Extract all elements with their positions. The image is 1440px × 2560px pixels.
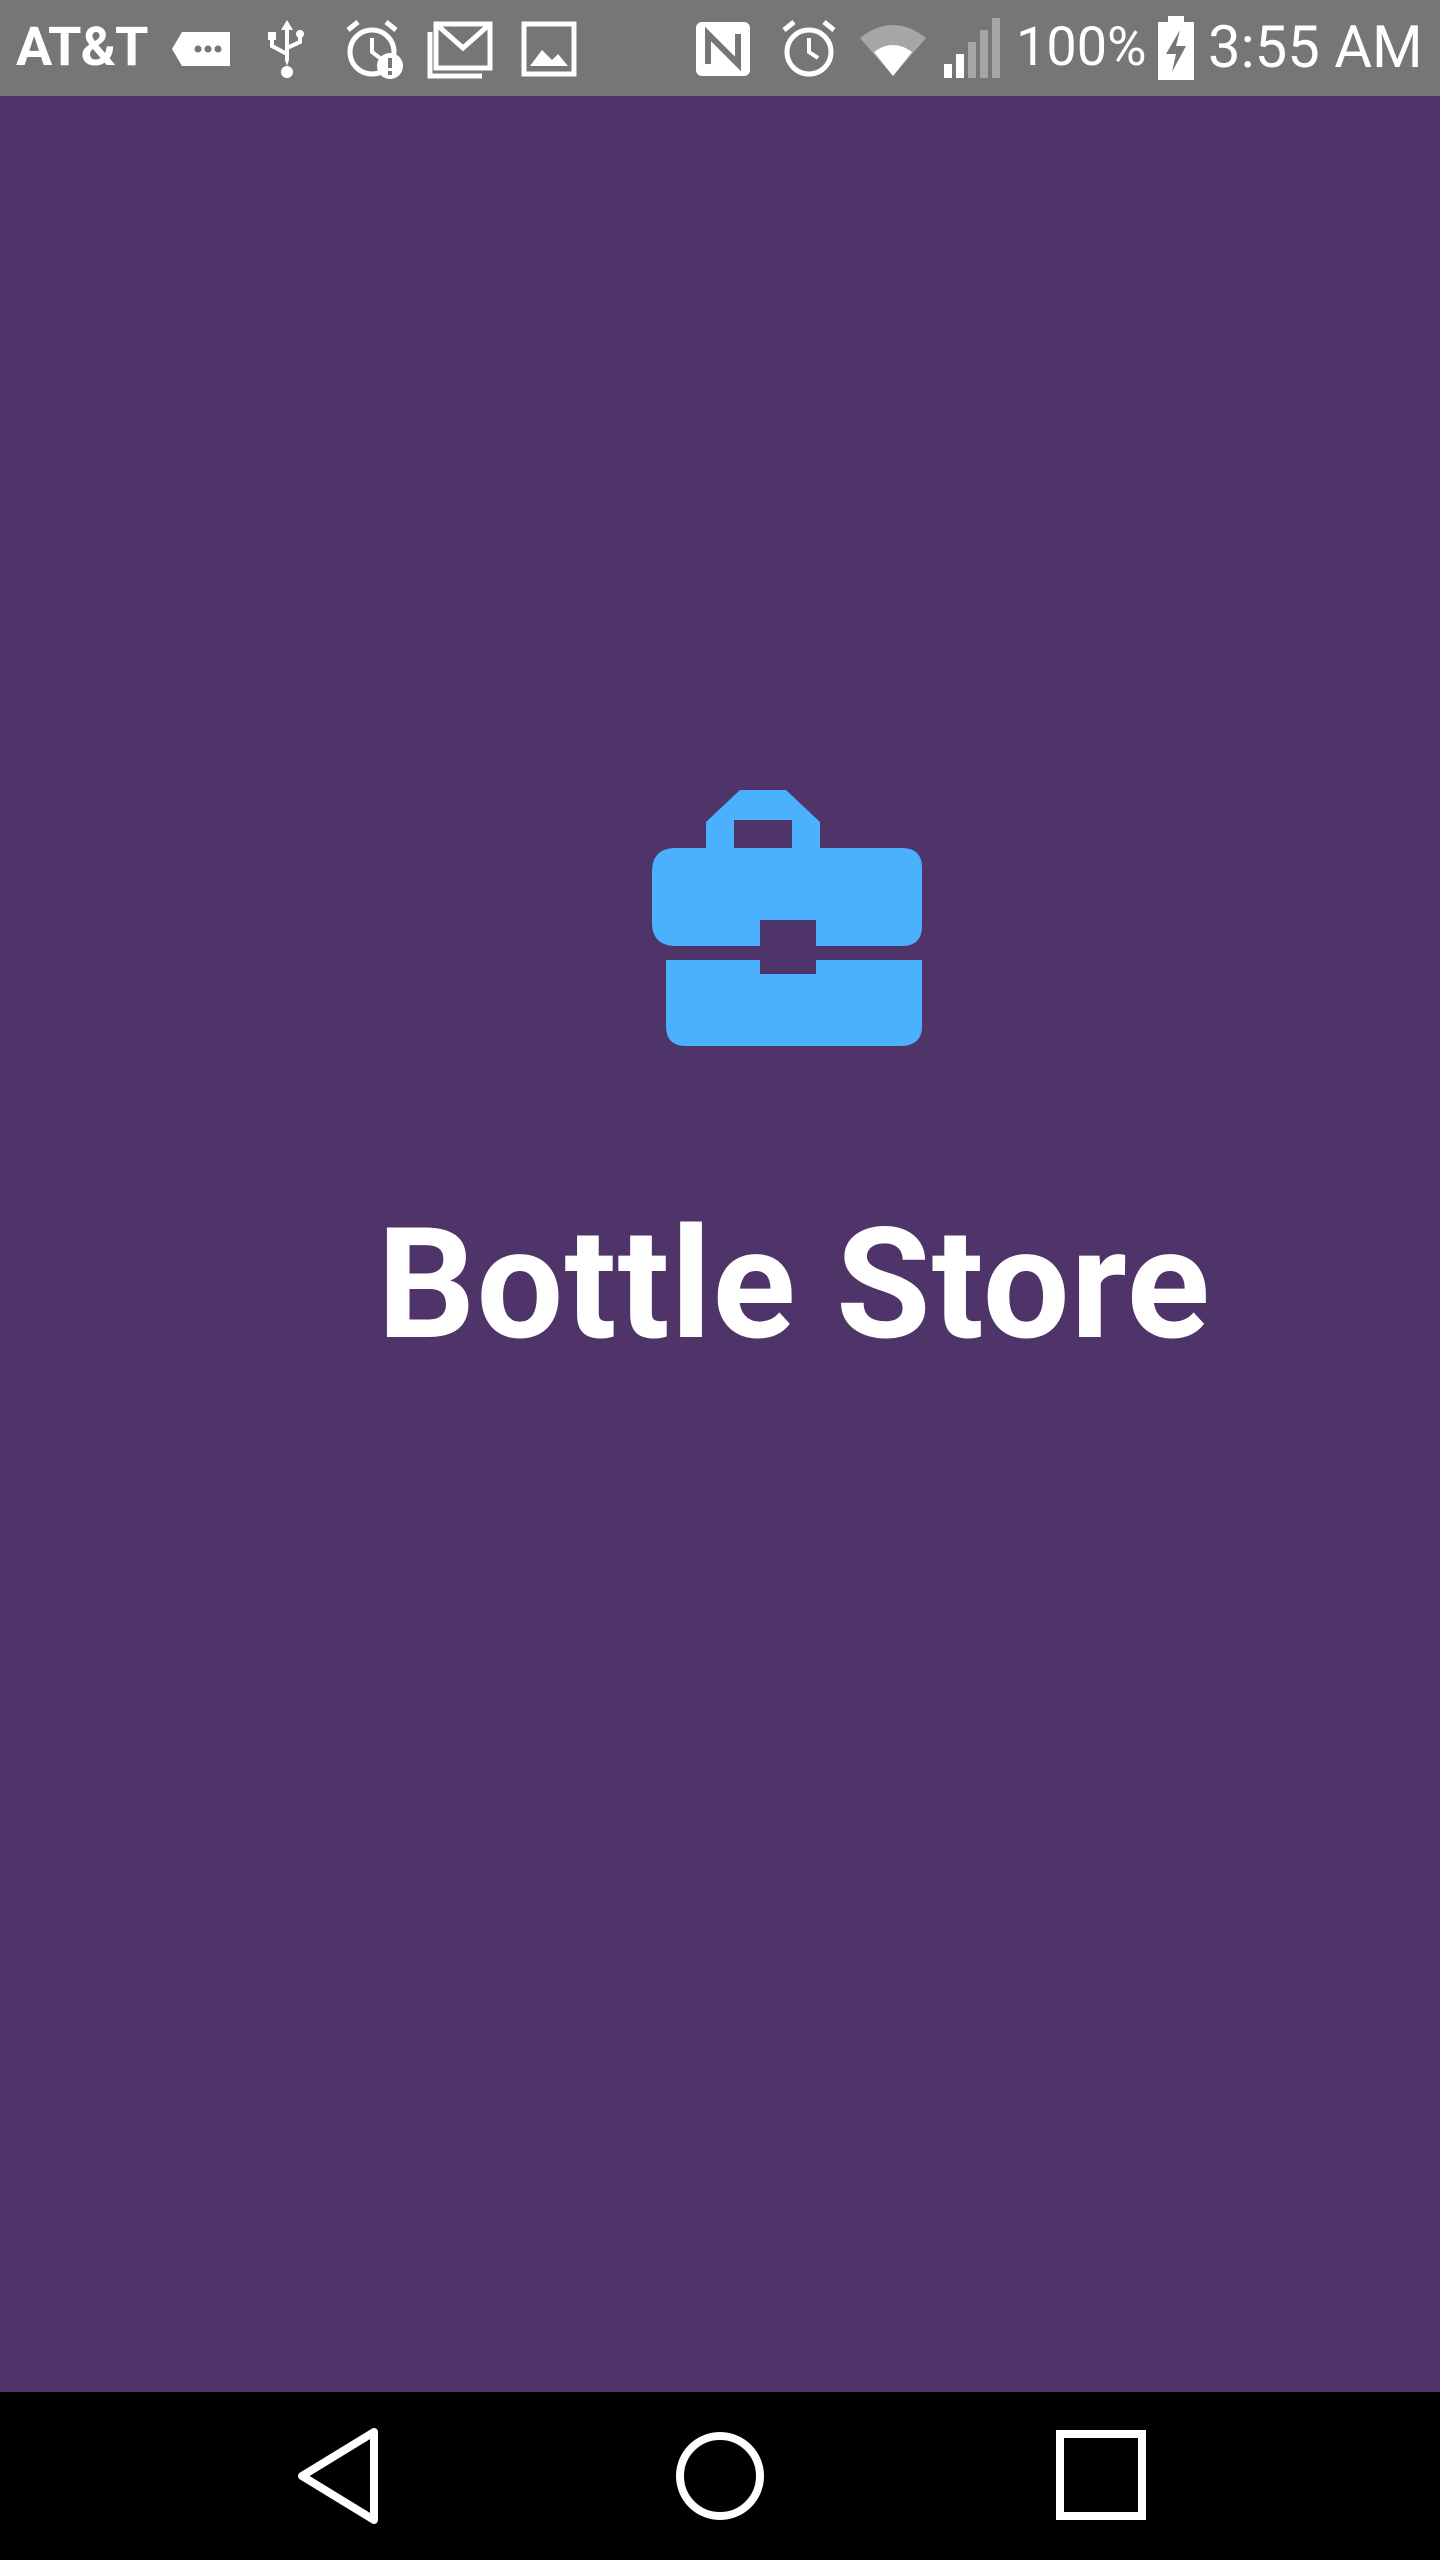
wifi-icon [860, 25, 926, 76]
messages-icon [172, 32, 230, 66]
recents-button[interactable] [1040, 2414, 1164, 2538]
carrier-name: AT&T [16, 16, 148, 79]
home-button[interactable] [658, 2414, 782, 2538]
clock: 3:55 AM [1208, 14, 1423, 82]
usb-icon [268, 20, 304, 78]
battery-charging-icon [1158, 16, 1194, 80]
status-bar: AT&T 100% 3:55 AM [0, 0, 1440, 96]
gmail-icon [427, 21, 493, 79]
alarm-icon [782, 20, 836, 77]
navigation-bar [0, 2392, 1440, 2560]
back-button[interactable] [278, 2414, 402, 2538]
cell-signal-icon [944, 18, 1000, 78]
nfc-icon [696, 22, 750, 76]
briefcase-icon [652, 790, 922, 1046]
splash-screen: AT&T 100% 3:55 AM Bottle Store [0, 0, 1440, 2560]
battery-percent: 100% [1016, 16, 1147, 79]
alarm-alert-icon [346, 20, 403, 79]
gallery-icon [521, 21, 577, 77]
app-title: Bottle Store [377, 1194, 1211, 1375]
